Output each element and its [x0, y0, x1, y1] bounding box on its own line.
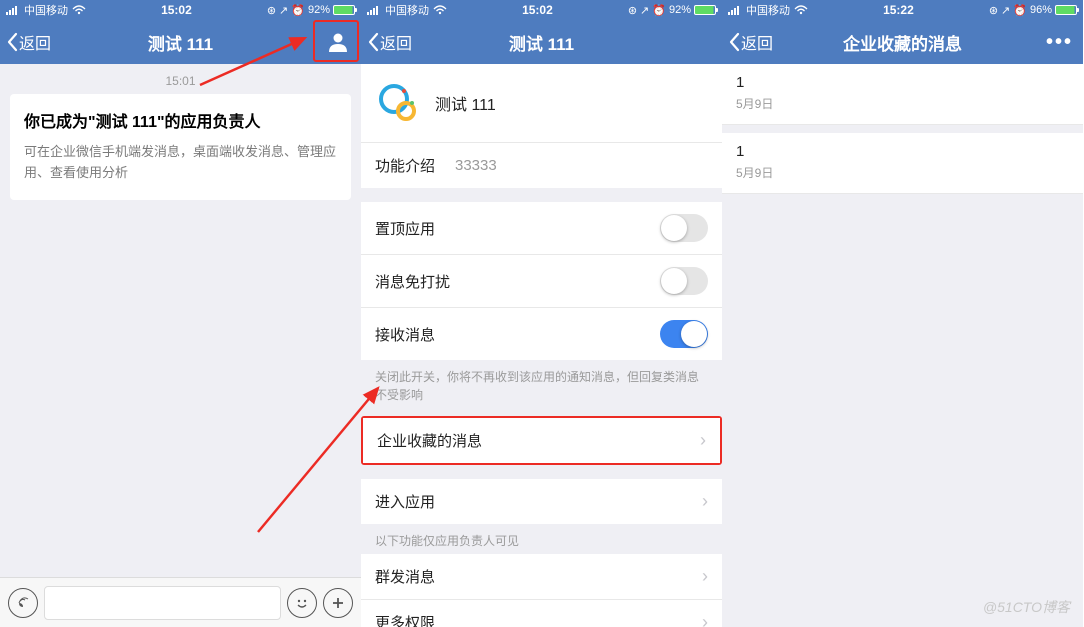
- battery-percent: 92%: [669, 4, 691, 16]
- cell-receive[interactable]: 接收消息: [361, 308, 722, 360]
- battery-icon: [1055, 5, 1077, 15]
- add-button[interactable]: [323, 588, 353, 618]
- rotation-lock-icon: ⊛: [989, 4, 998, 17]
- location-icon: ↗: [640, 4, 649, 17]
- message-body: 可在企业微信手机端发消息，桌面端收发消息、管理应用、查看使用分析: [24, 142, 337, 184]
- emoji-button[interactable]: [287, 588, 317, 618]
- cell-enter-app[interactable]: 进入应用 ›: [361, 479, 722, 524]
- cell-label: 更多权限: [375, 612, 435, 627]
- signal-icon: [367, 5, 381, 15]
- cell-broadcast[interactable]: 群发消息 ›: [361, 554, 722, 600]
- alarm-icon: ⏰: [291, 4, 305, 17]
- favorite-item[interactable]: 1 5月9日: [722, 64, 1083, 125]
- voice-button[interactable]: [8, 588, 38, 618]
- chat-content: 15:01 你已成为"测试 111"的应用负责人 可在企业微信手机端发消息，桌面…: [0, 64, 361, 577]
- wifi-icon: [433, 5, 447, 15]
- carrier-label: 中国移动: [746, 2, 790, 18]
- battery-percent: 96%: [1030, 4, 1052, 16]
- battery-icon: [694, 5, 716, 15]
- intro-row: 功能介绍 33333: [361, 142, 722, 188]
- chat-input-bar: [0, 577, 361, 627]
- favorite-title: 1: [736, 143, 1069, 160]
- app-profile-row: 测试 111: [361, 64, 722, 142]
- cell-label: 群发消息: [375, 566, 435, 587]
- location-icon: ↗: [279, 4, 288, 17]
- annotation-highlight-icon: [313, 20, 359, 62]
- annotation-highlight-favorites: 企业收藏的消息 ›: [361, 416, 722, 465]
- alarm-icon: ⏰: [1013, 4, 1027, 17]
- receive-note: 关闭此开关，你将不再收到该应用的通知消息，但回复类消息不受影响: [361, 360, 722, 408]
- message-timestamp: 15:01: [0, 64, 361, 94]
- more-button[interactable]: •••: [1046, 31, 1077, 54]
- chevron-right-icon: ›: [702, 491, 708, 512]
- back-button[interactable]: 返回: [6, 30, 51, 54]
- cell-favorites[interactable]: 企业收藏的消息 ›: [363, 418, 720, 463]
- cell-more-permissions[interactable]: 更多权限 ›: [361, 600, 722, 627]
- cell-pin-app[interactable]: 置顶应用: [361, 202, 722, 255]
- nav-bar: 返回 测试 111: [361, 20, 722, 64]
- system-message-card[interactable]: 你已成为"测试 111"的应用负责人 可在企业微信手机端发消息，桌面端收发消息、…: [10, 94, 351, 200]
- battery-icon: [333, 5, 355, 15]
- back-label: 返回: [741, 30, 773, 54]
- carrier-label: 中国移动: [385, 2, 429, 18]
- cell-label: 接收消息: [375, 324, 435, 345]
- nav-bar: 返回 企业收藏的消息 •••: [722, 20, 1083, 64]
- screen-app-settings: 中国移动 15:02 ⊛ ↗ ⏰ 92% 返回 测试 111 测试 111 功能…: [361, 0, 722, 627]
- status-time: 15:02: [86, 3, 267, 17]
- location-icon: ↗: [1001, 4, 1010, 17]
- favorite-title: 1: [736, 74, 1069, 91]
- toggle-receive[interactable]: [660, 320, 708, 348]
- app-name-label: 测试 111: [435, 91, 496, 115]
- watermark-label: @51CTO博客: [983, 597, 1070, 617]
- back-label: 返回: [19, 30, 51, 54]
- status-bar: 中国移动 15:02 ⊛ ↗ ⏰ 92%: [361, 0, 722, 20]
- signal-icon: [728, 5, 742, 15]
- favorite-date: 5月9日: [736, 95, 1069, 112]
- toggle-dnd[interactable]: [660, 267, 708, 295]
- toggle-pin[interactable]: [660, 214, 708, 242]
- cell-label: 置顶应用: [375, 218, 435, 239]
- back-button[interactable]: 返回: [367, 30, 412, 54]
- signal-icon: [6, 5, 20, 15]
- cell-dnd[interactable]: 消息免打扰: [361, 255, 722, 308]
- wifi-icon: [72, 5, 86, 15]
- status-time: 15:02: [447, 3, 628, 17]
- nav-title: 测试 111: [361, 30, 722, 55]
- chat-text-input[interactable]: [44, 586, 281, 620]
- alarm-icon: ⏰: [652, 4, 666, 17]
- back-button[interactable]: 返回: [728, 30, 773, 54]
- screen-favorites: 中国移动 15:22 ⊛ ↗ ⏰ 96% 返回 企业收藏的消息 ••• 1 5月…: [722, 0, 1083, 627]
- intro-value: 33333: [455, 157, 497, 174]
- chevron-right-icon: ›: [700, 430, 706, 451]
- status-time: 15:22: [808, 3, 989, 17]
- chevron-right-icon: ›: [702, 566, 708, 587]
- favorites-content: 1 5月9日 1 5月9日: [722, 64, 1083, 627]
- nav-title: 企业收藏的消息: [722, 30, 1083, 55]
- favorite-item[interactable]: 1 5月9日: [722, 133, 1083, 194]
- settings-content: 测试 111 功能介绍 33333 置顶应用 消息免打扰 接收消息 关闭此开关，…: [361, 64, 722, 627]
- wifi-icon: [794, 5, 808, 15]
- intro-key: 功能介绍: [375, 155, 455, 176]
- battery-percent: 92%: [308, 4, 330, 16]
- cell-label: 消息免打扰: [375, 271, 450, 292]
- screen-chat: 中国移动 15:02 ⊛ ↗ ⏰ 92% 返回 测试 111 15:01 你已成…: [0, 0, 361, 627]
- nav-bar: 返回 测试 111: [0, 20, 361, 64]
- rotation-lock-icon: ⊛: [267, 4, 276, 17]
- status-bar: 中国移动 15:22 ⊛ ↗ ⏰ 96%: [722, 0, 1083, 20]
- ellipsis-icon: •••: [1046, 31, 1073, 54]
- nav-title: 测试 111: [0, 30, 361, 55]
- app-logo-icon: [375, 80, 421, 126]
- admin-note: 以下功能仅应用负责人可见: [361, 524, 722, 554]
- cell-label: 进入应用: [375, 491, 435, 512]
- back-label: 返回: [380, 30, 412, 54]
- carrier-label: 中国移动: [24, 2, 68, 18]
- rotation-lock-icon: ⊛: [628, 4, 637, 17]
- favorite-date: 5月9日: [736, 164, 1069, 181]
- chevron-right-icon: ›: [702, 612, 708, 627]
- cell-label: 企业收藏的消息: [377, 430, 482, 451]
- status-bar: 中国移动 15:02 ⊛ ↗ ⏰ 92%: [0, 0, 361, 20]
- message-title: 你已成为"测试 111"的应用负责人: [24, 108, 337, 132]
